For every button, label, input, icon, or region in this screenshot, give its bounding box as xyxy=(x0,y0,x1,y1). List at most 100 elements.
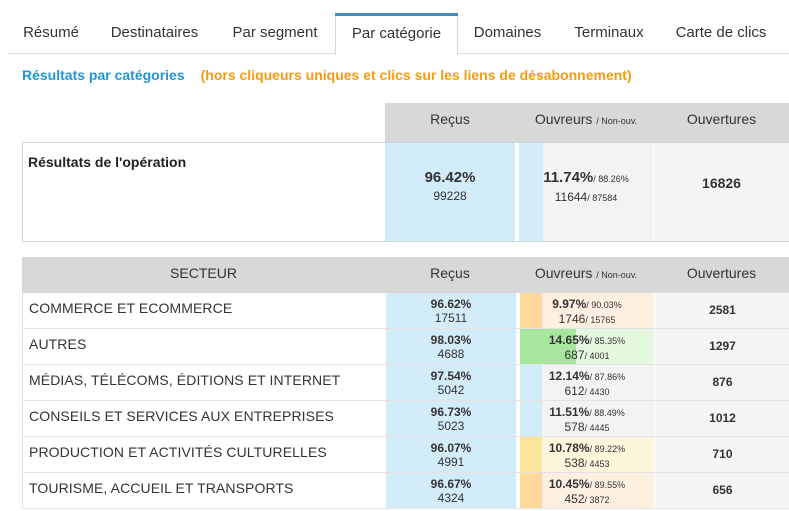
summary-header-ouvreurs: Ouvreurs / Non-ouv. xyxy=(519,103,653,142)
nonouv-num: / 15765 xyxy=(585,315,616,325)
summary-recus-cell: 96.42% 99228 xyxy=(385,143,515,241)
nonouv-pct: / 90.03% xyxy=(586,300,622,310)
recus-cell: 96.62% 17511 xyxy=(386,293,516,328)
ouvertures-cell: 710 xyxy=(655,437,789,472)
ouvreurs-cell: 14.65%/ 85.35% 687/ 4001 xyxy=(520,329,654,364)
sector-name: AUTRES xyxy=(29,336,87,352)
recus-pct: 98.03% xyxy=(430,333,472,347)
summary-ouvreurs-cell: 11.74%/ 88.26% 11644/ 87584 xyxy=(519,143,653,241)
summary-nonouv-pct: / 88.26% xyxy=(593,174,629,184)
nonouv-num: / 4445 xyxy=(584,423,610,433)
tab-par-segment[interactable]: Par segment xyxy=(215,13,335,54)
sector-name: COMMERCE ET ECOMMERCE xyxy=(29,300,233,316)
ouvreurs-pct: 14.65% xyxy=(548,333,590,347)
table-row: COMMERCE ET ECOMMERCE 96.62% 17511 9.97%/ 9… xyxy=(22,293,789,329)
section-subtitle: Résultats par catégories (hors cliqueurs … xyxy=(22,67,632,83)
tab-par-categorie[interactable]: Par catégorie xyxy=(335,13,458,55)
ouvertures-cell: 2581 xyxy=(655,293,789,328)
recus-pct: 96.73% xyxy=(430,405,472,419)
sector-header-ouvreurs: Ouvreurs / Non-ouv. xyxy=(519,257,653,293)
recus-pct: 96.62% xyxy=(430,297,472,311)
ouvertures-cell: 656 xyxy=(655,473,789,508)
sector-header-secteur: SECTEUR xyxy=(22,257,385,293)
recus-num: 5023 xyxy=(437,419,465,433)
recus-num: 4324 xyxy=(437,491,465,505)
ouvreurs-num: 687 xyxy=(564,348,585,362)
nonouv-num: / 3872 xyxy=(584,495,610,505)
section-title: Résultats par catégories xyxy=(22,67,185,83)
tab-resume[interactable]: Résumé xyxy=(8,13,94,54)
nonouv-pct: / 88.49% xyxy=(589,408,625,418)
nonouv-pct: / 87.86% xyxy=(589,372,626,382)
ouvreurs-cell: 12.14%/ 87.86% 612/ 4430 xyxy=(520,365,654,400)
recus-num: 17511 xyxy=(434,311,468,325)
recus-cell: 96.67% 4324 xyxy=(386,473,516,508)
sector-name: MÉDIAS, TÉLÉCOMS, ÉDITIONS ET INTERNET xyxy=(29,372,341,388)
ouvreurs-pct: 12.14% xyxy=(548,369,590,383)
ouvreurs-num: 538 xyxy=(564,456,585,470)
summary-ouvertures-cell: 16826 xyxy=(654,143,789,241)
ouvreurs-pct: 10.45% xyxy=(548,477,590,491)
sector-name: PRODUCTION ET ACTIVITÉS CULTURELLES xyxy=(29,444,327,460)
report-tabs: Résumé Destinataires Par segment Par cat… xyxy=(8,13,789,55)
summary-header-recus: Reçus xyxy=(385,103,515,142)
ouvreurs-num: 1746 xyxy=(558,312,586,326)
summary-row-label: Résultats de l'opération xyxy=(28,154,187,170)
table-row: CONSEILS ET SERVICES AUX ENTREPRISES 96.7… xyxy=(22,401,789,437)
nonouv-num: / 4453 xyxy=(584,459,610,469)
ouvreurs-cell: 10.45%/ 89.55% 452/ 3872 xyxy=(520,473,654,508)
recus-pct: 96.67% xyxy=(430,477,472,491)
recus-pct: 97.54% xyxy=(430,369,472,383)
ouvreurs-pct: 9.97% xyxy=(552,297,587,311)
ouvreurs-num: 452 xyxy=(564,492,585,506)
summary-ouvertures-value: 16826 xyxy=(702,175,741,191)
sector-header-nonouv-label: / Non-ouv. xyxy=(596,270,638,280)
ouvreurs-num: 578 xyxy=(564,420,585,434)
summary-recus-pct: 96.42% xyxy=(424,169,476,186)
nonouv-pct: / 89.22% xyxy=(589,444,626,454)
summary-table: Reçus Ouvreurs / Non-ouv. Ouvertures Rés… xyxy=(22,103,789,242)
nonouv-pct: / 89.55% xyxy=(589,480,626,490)
recus-cell: 96.07% 4991 xyxy=(386,437,516,472)
recus-cell: 96.73% 5023 xyxy=(386,401,516,436)
table-row: PRODUCTION ET ACTIVITÉS CULTURELLES 96.07… xyxy=(22,437,789,473)
sector-header-ouvreurs-label: Ouvreurs xyxy=(534,265,593,281)
tab-terminaux[interactable]: Terminaux xyxy=(557,13,661,54)
ouvertures-cell: 1297 xyxy=(655,329,789,364)
table-row: MÉDIAS, TÉLÉCOMS, ÉDITIONS ET INTERNET 97… xyxy=(22,365,789,401)
ouvreurs-cell: 10.78%/ 89.22% 538/ 4453 xyxy=(520,437,654,472)
table-row: TOURISME, ACCUEIL ET TRANSPORTS 96.67% 432… xyxy=(22,473,789,509)
sector-name: CONSEILS ET SERVICES AUX ENTREPRISES xyxy=(29,408,334,424)
recus-cell: 97.54% 5042 xyxy=(386,365,516,400)
summary-ouvreurs-num: 11644 xyxy=(554,190,588,204)
ouvreurs-cell: 11.51%/ 88.49% 578/ 4445 xyxy=(520,401,654,436)
ouvreurs-pct: 11.51% xyxy=(549,405,590,419)
ouvreurs-pct: 10.78% xyxy=(548,441,590,455)
summary-ouvreurs-pct: 11.74% xyxy=(543,169,594,186)
sector-name: TOURISME, ACCUEIL ET TRANSPORTS xyxy=(29,480,294,496)
nonouv-num: / 4001 xyxy=(584,351,610,361)
recus-num: 4688 xyxy=(437,347,465,361)
summary-header-ouvreurs-label: Ouvreurs xyxy=(534,111,593,127)
ouvertures-cell: 876 xyxy=(655,365,789,400)
sector-header-recus: Reçus xyxy=(385,257,515,293)
ouvertures-cell: 1012 xyxy=(655,401,789,436)
tab-domaines[interactable]: Domaines xyxy=(458,13,557,54)
recus-num: 4991 xyxy=(437,455,465,469)
summary-recus-num: 99228 xyxy=(433,189,467,203)
table-row: AUTRES 98.03% 4688 14.65%/ 85.35% 687/ 4001 1… xyxy=(22,329,789,365)
summary-nonouv-num: / 87584 xyxy=(587,193,618,203)
ouvreurs-cell: 9.97%/ 90.03% 1746/ 15765 xyxy=(520,293,654,328)
nonouv-pct: / 85.35% xyxy=(589,336,626,346)
tab-destinataires[interactable]: Destinataires xyxy=(94,13,215,54)
nonouv-num: / 4430 xyxy=(584,387,610,397)
recus-cell: 98.03% 4688 xyxy=(386,329,516,364)
summary-header-ouvertures: Ouvertures xyxy=(654,103,789,142)
tab-carte-de-clics[interactable]: Carte de clics xyxy=(661,13,781,54)
summary-header-nonouv-label: / Non-ouv. xyxy=(596,116,638,126)
sector-header-ouvertures: Ouvertures xyxy=(654,257,789,293)
recus-pct: 96.07% xyxy=(430,441,472,455)
section-note: (hors cliqueurs uniques et clics sur les… xyxy=(200,67,632,83)
ouvreurs-num: 612 xyxy=(564,384,585,398)
recus-num: 5042 xyxy=(437,383,465,397)
